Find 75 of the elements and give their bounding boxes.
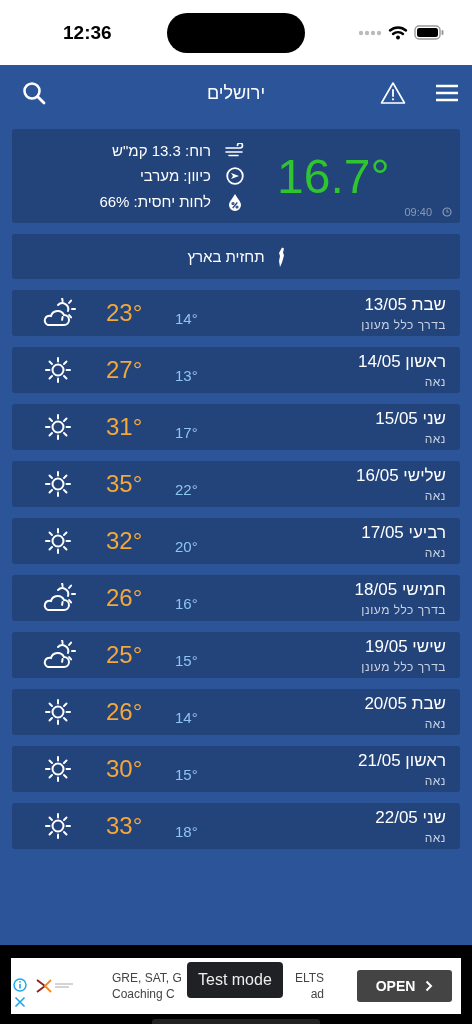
low-temperature: 15°: [175, 651, 198, 669]
weather-description: נאה: [424, 773, 446, 788]
info-icon[interactable]: [13, 978, 27, 992]
high-temperature: 32°: [106, 527, 144, 555]
weather-detail: כיוון: מערבי: [139, 167, 211, 184]
clock-time: 12:36: [63, 21, 112, 44]
sun-icon: [43, 469, 73, 499]
high-temperature: 31°: [106, 413, 144, 441]
direction-icon: [225, 166, 245, 185]
chevron-icon: [425, 980, 434, 992]
current-temperature: 16.7°: [277, 148, 390, 204]
update-time: 09:40: [404, 206, 432, 218]
day-date: שבת 13/05: [364, 294, 446, 315]
low-temperature: 18°: [175, 822, 198, 840]
low-temperature: 14°: [175, 708, 198, 726]
weather-description: נאה: [424, 545, 446, 560]
country-forecast-button[interactable]: תחזית בארץ: [12, 234, 460, 279]
low-temperature: 17°: [175, 423, 198, 441]
logo-icon: [35, 978, 75, 994]
day-date: רביעי 17/05: [361, 522, 446, 543]
day-date: שלישי 16/05: [356, 465, 446, 486]
weather-detail: לחות יחסית: 66%: [99, 193, 211, 210]
high-temperature: 27°: [106, 356, 144, 384]
weather-description: בדרך כלל מעונן: [361, 602, 446, 617]
high-temperature: 26°: [106, 584, 144, 612]
wind-icon: [225, 143, 245, 157]
close-icon[interactable]: [14, 996, 26, 1008]
menu-icon[interactable]: [436, 84, 458, 102]
clock-icon: [442, 207, 452, 217]
weather-description: נאה: [424, 488, 446, 503]
low-temperature: 15°: [175, 765, 198, 783]
low-temperature: 22°: [175, 480, 198, 498]
weather-description: בדרך כלל מעונן: [361, 659, 446, 674]
sun-icon: [43, 754, 73, 784]
signal-icon: [358, 29, 382, 36]
wifi-icon: [388, 25, 408, 40]
day-date: שני 22/05: [375, 807, 446, 828]
day-date: ראשון 21/05: [358, 750, 446, 771]
day-date: שני 15/05: [375, 408, 446, 429]
high-temperature: 35°: [106, 470, 144, 498]
high-temperature: 30°: [106, 755, 144, 783]
day-date: ראשון 14/05: [358, 351, 446, 372]
sun-icon: [43, 412, 73, 442]
ad-text: ELTS: [294, 970, 324, 986]
day-date: חמישי 18/05: [354, 579, 446, 600]
sun-icon: [43, 355, 73, 385]
warning-icon[interactable]: [380, 81, 406, 105]
weather-detail: רוח: 13.3 קמ"ש: [112, 141, 211, 159]
high-temperature: 23°: [106, 299, 144, 327]
low-temperature: 14°: [175, 309, 198, 327]
high-temperature: 33°: [106, 812, 144, 840]
low-temperature: 16°: [175, 594, 198, 612]
city-title: ירושלים: [206, 82, 266, 104]
open-button[interactable]: OPEN: [357, 970, 452, 1002]
day-date: שישי 19/05: [365, 636, 446, 657]
ad-text: ad: [310, 986, 324, 1002]
day-date: שבת 20/05: [364, 693, 446, 714]
low-temperature: 13°: [175, 366, 198, 384]
sun-icon: [43, 697, 73, 727]
low-temperature: 20°: [175, 537, 198, 555]
ad-text: Coaching C: [112, 986, 175, 1002]
weather-description: נאה: [424, 716, 446, 731]
ad-text: GRE, SAT, G: [112, 970, 182, 986]
weather-description: נאה: [424, 431, 446, 446]
search-icon[interactable]: [22, 81, 46, 105]
weather-description: נאה: [424, 374, 446, 389]
high-temperature: 26°: [106, 698, 144, 726]
weather-description: נאה: [424, 830, 446, 845]
test-mode-toast: Test mode: [187, 962, 283, 998]
high-temperature: 25°: [106, 641, 144, 669]
battery-icon: [414, 25, 444, 40]
map-icon: [276, 246, 285, 267]
sun-icon: [43, 811, 73, 841]
weather-description: בדרך כלל מעונן: [361, 317, 446, 332]
sun-icon: [43, 526, 73, 556]
